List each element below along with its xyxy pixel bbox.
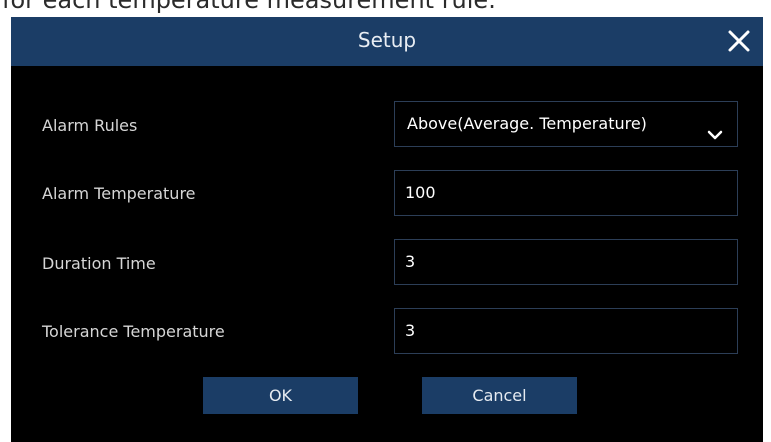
- cancel-button[interactable]: Cancel: [422, 377, 577, 414]
- dialog-title: Setup: [357, 28, 417, 52]
- alarm-temperature-input[interactable]: 100: [394, 170, 738, 216]
- alarm-rules-value: Above(Average. Temperature): [407, 114, 647, 133]
- duration-time-input[interactable]: 3: [394, 239, 738, 285]
- alarm-temperature-label: Alarm Temperature: [42, 184, 196, 203]
- duration-time-label: Duration Time: [42, 254, 156, 273]
- setup-dialog: Setup Alarm Rules Above(Average. Tempera…: [11, 17, 763, 442]
- tolerance-temperature-input[interactable]: 3: [394, 308, 738, 354]
- alarm-rules-select[interactable]: Above(Average. Temperature): [394, 101, 738, 147]
- close-icon[interactable]: [727, 29, 751, 53]
- alarm-rules-label: Alarm Rules: [42, 116, 138, 135]
- tolerance-temperature-label: Tolerance Temperature: [42, 322, 225, 341]
- ok-button[interactable]: OK: [203, 377, 358, 414]
- chevron-down-icon: [707, 116, 723, 140]
- dialog-titlebar: Setup: [11, 17, 763, 66]
